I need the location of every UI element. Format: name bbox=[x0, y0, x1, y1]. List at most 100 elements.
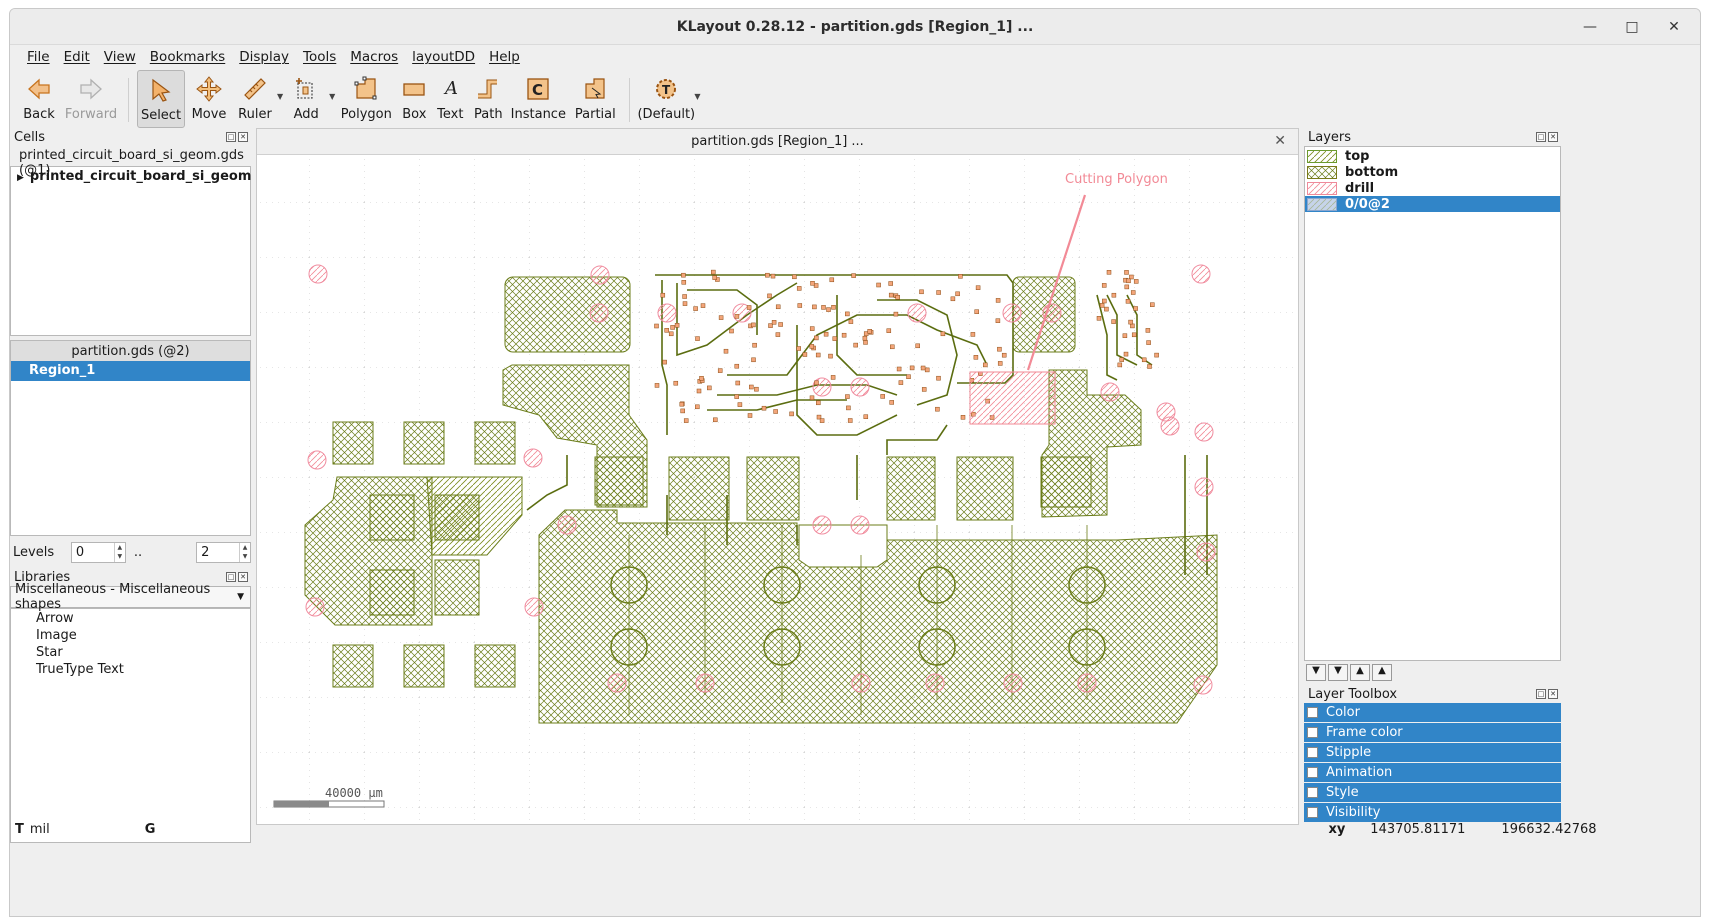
via bbox=[695, 404, 700, 410]
via bbox=[747, 413, 753, 418]
library-select[interactable]: Miscellaneous - Miscellaneous shapes ▼ bbox=[10, 582, 251, 612]
menu-display[interactable]: Display bbox=[232, 49, 296, 65]
default-mode-button[interactable]: T (Default) bbox=[637, 70, 695, 128]
checkbox[interactable] bbox=[1307, 727, 1318, 738]
forward-button[interactable]: Forward bbox=[62, 70, 120, 128]
menu-file[interactable]: File bbox=[20, 49, 57, 65]
layer-name: drill bbox=[1345, 180, 1375, 196]
menu-help[interactable]: Help bbox=[482, 49, 527, 65]
toolbox-frame-color[interactable]: Frame color bbox=[1304, 723, 1561, 742]
float-icon[interactable]: □ bbox=[1536, 689, 1546, 699]
via bbox=[712, 275, 717, 280]
toolbox-stipple[interactable]: Stipple bbox=[1304, 743, 1561, 762]
close-view-icon[interactable]: ✕ bbox=[1274, 133, 1286, 149]
checkbox[interactable] bbox=[1307, 747, 1318, 758]
levels-to-spinbox[interactable]: 2 ▲ ▼ bbox=[196, 541, 252, 563]
library-item[interactable]: Star bbox=[11, 645, 250, 662]
partial-label: Partial bbox=[574, 107, 616, 122]
move-up-icon[interactable]: ▲ bbox=[1350, 663, 1370, 681]
via bbox=[915, 343, 920, 349]
close-panel-icon[interactable]: ✕ bbox=[238, 132, 248, 142]
float-icon[interactable]: □ bbox=[1536, 132, 1546, 142]
layer-row-drill[interactable]: drill bbox=[1305, 180, 1560, 196]
via bbox=[974, 309, 979, 314]
expand-arrow-icon[interactable]: ▶ bbox=[17, 173, 24, 183]
float-icon[interactable]: □ bbox=[226, 572, 236, 582]
toolbox-color[interactable]: Color bbox=[1304, 703, 1561, 722]
close-panel-icon[interactable]: ✕ bbox=[1548, 689, 1558, 699]
layer-row-bottom[interactable]: bottom bbox=[1305, 164, 1560, 180]
checkbox[interactable] bbox=[1307, 807, 1318, 818]
menu-view[interactable]: View bbox=[97, 49, 143, 65]
library-item[interactable]: TrueType Text bbox=[11, 662, 250, 679]
toolbox-label: Color bbox=[1326, 705, 1360, 720]
toolbox-style[interactable]: Style bbox=[1304, 783, 1561, 802]
close-panel-icon[interactable]: ✕ bbox=[238, 572, 248, 582]
menu-bookmarks[interactable]: Bookmarks bbox=[143, 49, 232, 65]
toolbar-separator-2 bbox=[629, 78, 631, 122]
via bbox=[752, 342, 757, 348]
add-button[interactable]: Add bbox=[283, 70, 329, 128]
via bbox=[674, 323, 680, 328]
via bbox=[711, 269, 716, 275]
via bbox=[761, 405, 767, 411]
via bbox=[886, 328, 892, 333]
move-bottom-icon[interactable]: ▼ bbox=[1306, 663, 1326, 681]
menu-edit[interactable]: Edit bbox=[57, 49, 97, 65]
toolbox-animation[interactable]: Animation bbox=[1304, 763, 1561, 782]
via bbox=[1133, 279, 1139, 284]
layer-row-region[interactable]: 0/0@2 bbox=[1305, 196, 1560, 212]
maximize-icon[interactable]: □ bbox=[1620, 15, 1644, 39]
checkbox[interactable] bbox=[1307, 707, 1318, 718]
partial-button[interactable]: Partial bbox=[569, 70, 621, 128]
copper-pour-top-left bbox=[504, 276, 631, 353]
checkbox[interactable] bbox=[1307, 787, 1318, 798]
default-dropdown-icon[interactable]: ▼ bbox=[694, 92, 700, 101]
drill-hole bbox=[850, 515, 870, 535]
via bbox=[1099, 303, 1105, 308]
move-top-icon[interactable]: ▲ bbox=[1372, 663, 1392, 681]
drill-hole bbox=[1196, 542, 1216, 562]
layout-canvas[interactable] bbox=[257, 155, 1298, 824]
text-button[interactable]: A Text bbox=[431, 70, 469, 128]
menu-macros[interactable]: Macros bbox=[343, 49, 405, 65]
layer-row-top[interactable]: top bbox=[1305, 148, 1560, 164]
layers-title: Layers bbox=[1308, 129, 1352, 145]
window-controls: — □ ✕ bbox=[1578, 15, 1686, 39]
checkbox[interactable] bbox=[1307, 767, 1318, 778]
library-item[interactable]: Image bbox=[11, 628, 250, 645]
back-button[interactable]: Back bbox=[16, 70, 62, 128]
levels-from-spinbox[interactable]: 0 ▲ ▼ bbox=[70, 541, 126, 563]
ruler-button[interactable]: Ruler bbox=[233, 70, 277, 128]
close-icon[interactable]: ✕ bbox=[1662, 15, 1686, 39]
via bbox=[851, 273, 856, 278]
menu-tools[interactable]: Tools bbox=[296, 49, 343, 65]
view-tab[interactable]: partition.gds [Region_1] ... ✕ bbox=[257, 129, 1298, 155]
via bbox=[958, 274, 963, 279]
via bbox=[751, 322, 756, 328]
minimize-icon[interactable]: — bbox=[1578, 15, 1602, 39]
via bbox=[975, 285, 981, 290]
select-button[interactable]: Select bbox=[137, 70, 185, 128]
close-panel-icon[interactable]: ✕ bbox=[1548, 132, 1558, 142]
via bbox=[828, 353, 833, 359]
polygon-button[interactable]: Polygon bbox=[335, 70, 397, 128]
drill-hole bbox=[925, 673, 945, 693]
move-down-icon[interactable]: ▼ bbox=[1328, 663, 1348, 681]
layout-view: partition.gds [Region_1] ... ✕ Cutting P… bbox=[256, 128, 1299, 825]
instance-button[interactable]: C Instance bbox=[507, 70, 569, 128]
menu-layoutdd[interactable]: layoutDD bbox=[405, 49, 482, 65]
via bbox=[1102, 298, 1107, 304]
move-button[interactable]: Move bbox=[185, 70, 233, 128]
drill-hole bbox=[308, 264, 328, 284]
library-item[interactable]: Arrow bbox=[11, 611, 250, 628]
toolbox-panel-header: Layer Toolbox □ ✕ bbox=[1304, 685, 1561, 703]
cell-tree-item[interactable]: ▶ printed_circuit_board_si_geom bbox=[11, 167, 251, 187]
via bbox=[1128, 319, 1133, 325]
float-icon[interactable]: □ bbox=[226, 132, 236, 142]
path-button[interactable]: Path bbox=[469, 70, 507, 128]
region-item[interactable]: Region_1 bbox=[11, 361, 250, 381]
right-dock: Layers □ ✕ top bottom drill 0/0@2 ▼ ▼ ▲ … bbox=[1304, 128, 1561, 898]
via bbox=[997, 361, 1003, 366]
box-button[interactable]: Box bbox=[397, 70, 431, 128]
